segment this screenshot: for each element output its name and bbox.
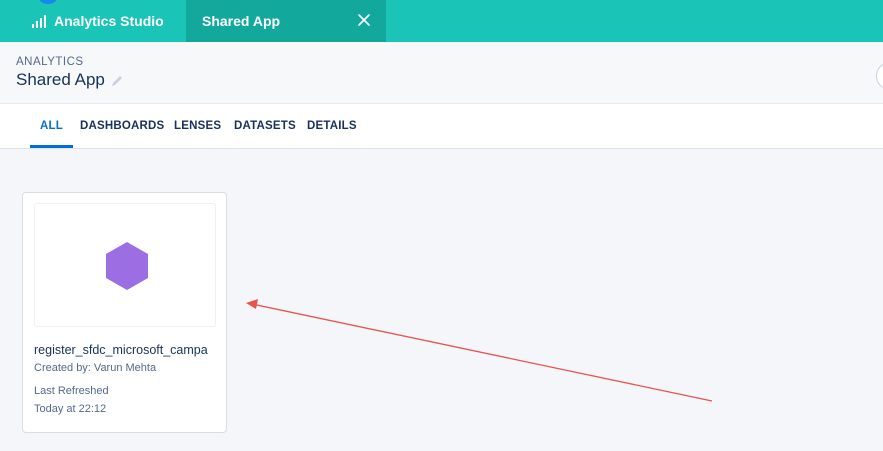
tab-shared-app[interactable]: Shared App bbox=[186, 0, 386, 42]
tab-shared-app-label: Shared App bbox=[202, 13, 281, 29]
asset-card[interactable]: register_sfdc_microsoft_campa Created by… bbox=[22, 192, 227, 433]
tab-details[interactable]: DETAILS bbox=[307, 104, 357, 148]
bar-chart-icon bbox=[32, 14, 46, 28]
asset-created-by: Created by: Varun Mehta bbox=[34, 362, 157, 374]
app-tab-bar: Analytics Studio Shared App bbox=[0, 0, 883, 42]
last-refreshed-label: Last Refreshed bbox=[34, 385, 109, 397]
tab-all[interactable]: ALL bbox=[30, 104, 73, 148]
page-header: ANALYTICS Shared App bbox=[0, 42, 883, 104]
header-action-button[interactable] bbox=[876, 62, 883, 90]
page-eyebrow: ANALYTICS bbox=[16, 56, 84, 68]
tab-analytics-studio[interactable]: Analytics Studio bbox=[0, 0, 186, 42]
asset-name[interactable]: register_sfdc_microsoft_campa bbox=[34, 343, 224, 357]
close-icon[interactable] bbox=[356, 12, 372, 28]
tab-dashboards[interactable]: DASHBOARDS bbox=[80, 104, 164, 148]
asset-thumbnail[interactable] bbox=[34, 203, 216, 327]
page-title: Shared App bbox=[16, 70, 105, 89]
pencil-icon[interactable] bbox=[110, 74, 124, 88]
section-tabs: ALL DASHBOARDS LENSES DATASETS DETAILS bbox=[0, 104, 883, 149]
tab-lenses[interactable]: LENSES bbox=[174, 104, 221, 148]
tab-datasets[interactable]: DATASETS bbox=[234, 104, 296, 148]
dataset-hexagon-icon bbox=[106, 242, 148, 290]
tab-analytics-studio-label: Analytics Studio bbox=[54, 13, 164, 29]
last-refreshed-value: Today at 22:12 bbox=[34, 403, 107, 415]
